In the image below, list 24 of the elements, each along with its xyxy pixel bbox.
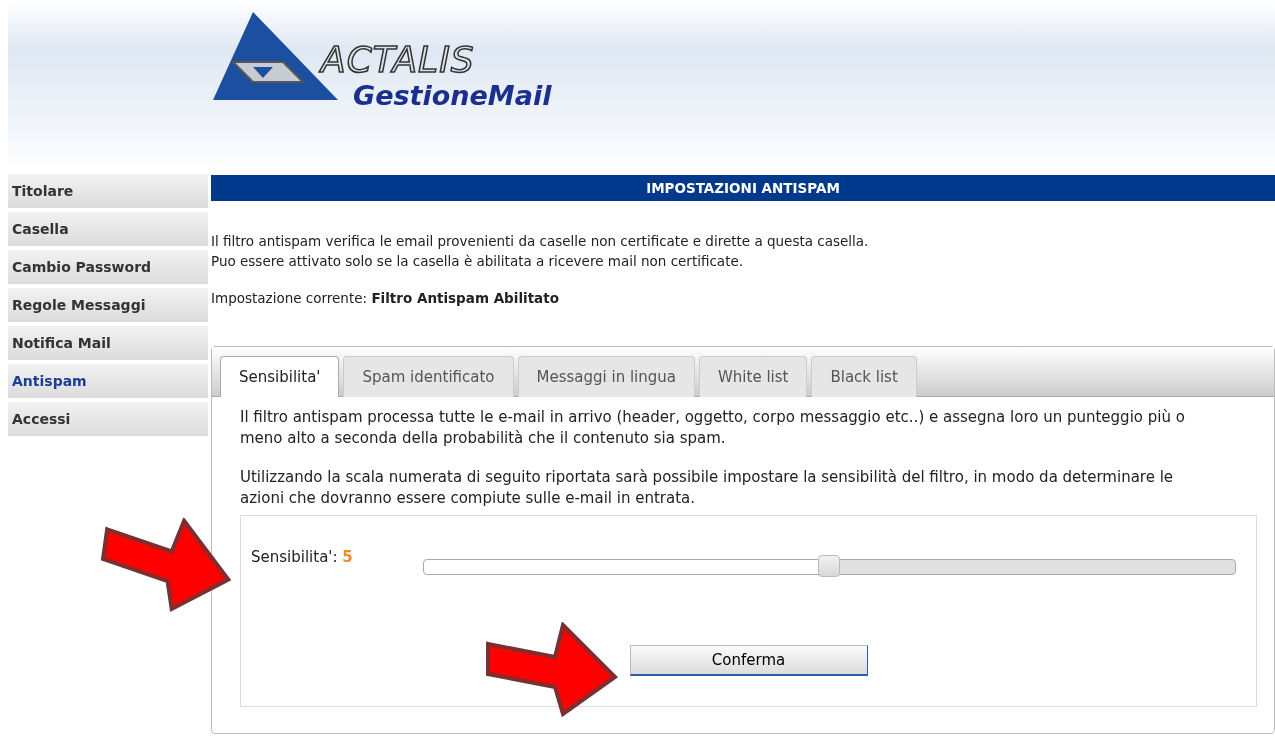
product-name: GestioneMail bbox=[353, 82, 552, 109]
sidebar-item[interactable]: Casella bbox=[8, 212, 208, 246]
sensitivity-label: Sensibilita': bbox=[251, 548, 338, 566]
tab[interactable]: White list bbox=[699, 356, 808, 397]
tab[interactable]: Spam identificato bbox=[343, 356, 514, 397]
sidebar-item[interactable]: Antispam bbox=[8, 364, 208, 398]
sidebar-item[interactable]: Cambio Password bbox=[8, 250, 208, 284]
description-text: Il filtro antispam processa tutte le e-mail in arrivo (header, oggetto, corpo messaggio etc..) e assegna loro un punteggio più o meno alto a seconda della probabilità che il contenuto sia spam. bbox=[240, 407, 1186, 449]
tab[interactable]: Messaggi in lingua bbox=[517, 356, 695, 397]
sidebar-item[interactable]: Accessi bbox=[8, 402, 208, 436]
intro-text: Puo essere attivato solo se la casella è abilitata a ricevere mail non certificate. bbox=[211, 252, 745, 271]
sidebar-item[interactable]: Titolare bbox=[8, 174, 208, 208]
section-title: IMPOSTAZIONI ANTISPAM bbox=[211, 175, 1275, 201]
sidebar-item[interactable]: Regole Messaggi bbox=[8, 288, 208, 322]
current-setting-value: Filtro Antispam Abilitato bbox=[371, 290, 559, 306]
tab[interactable]: Sensibilita' bbox=[220, 356, 340, 397]
description-text: Utilizzando la scala numerata di seguito riportata sarà possibile impostare la sensibilità del filtro, in modo da determinare le azioni che dovranno essere compiute sulle e-mail in entrata. bbox=[240, 467, 1175, 509]
sidebar-item[interactable]: Notifica Mail bbox=[8, 326, 208, 360]
confirm-button[interactable]: Conferma bbox=[629, 645, 868, 676]
tab[interactable]: Black list bbox=[811, 356, 917, 397]
current-setting-label: Impostazione corrente: bbox=[211, 290, 368, 306]
intro-text: Il filtro antispam verifica le email provenienti da caselle non certificate e dirette a questa casella. bbox=[211, 232, 870, 251]
brand-name: ACTALIS bbox=[321, 42, 475, 78]
sensitivity-value: 5 bbox=[342, 548, 353, 566]
